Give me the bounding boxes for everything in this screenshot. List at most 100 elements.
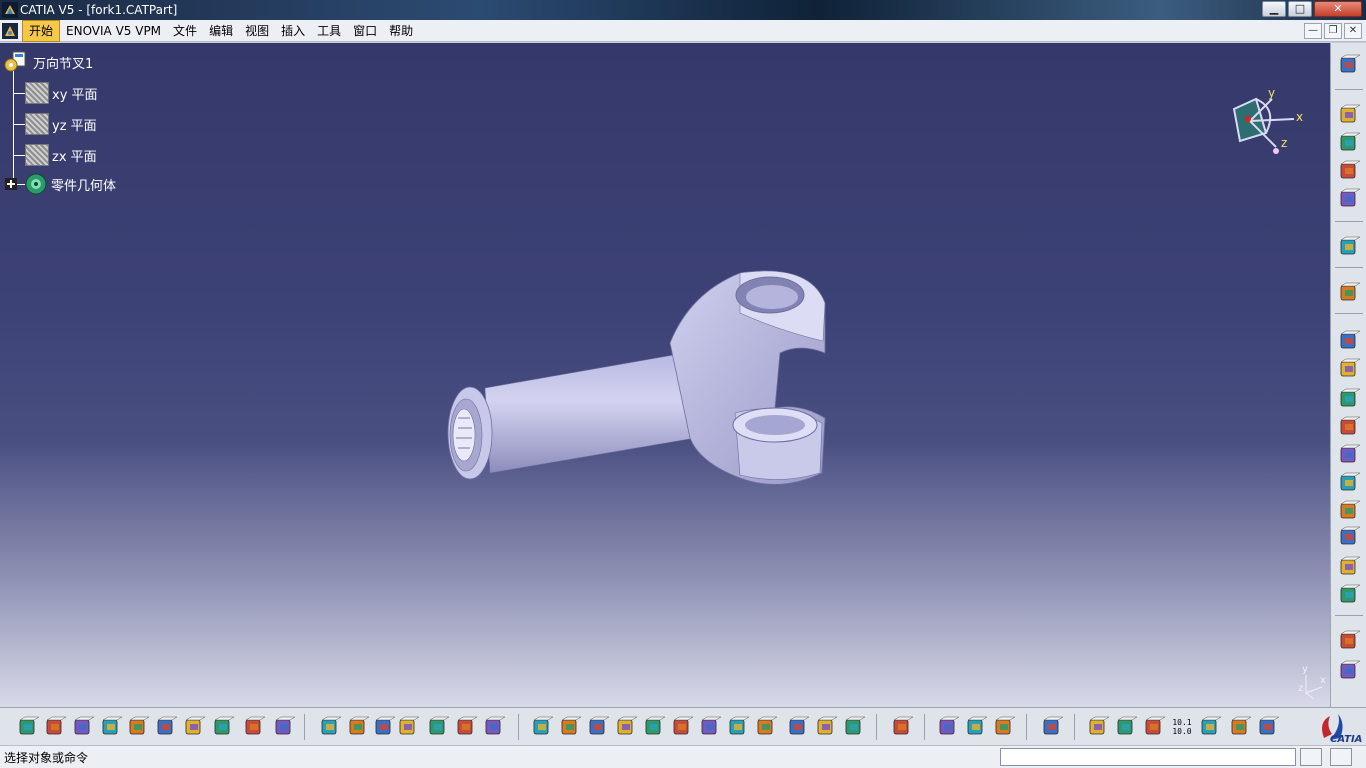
material-icon[interactable] [964,715,988,739]
axis-system-icon[interactable] [1142,715,1166,739]
command-options-button[interactable] [1330,748,1352,766]
layer-stack-icon[interactable] [1337,103,1361,127]
tree-connector [13,155,25,156]
formula-icon[interactable] [318,715,342,739]
toolbar-separator [304,714,305,740]
save-icon[interactable] [71,715,95,739]
toolbar-separator [518,714,519,740]
cut-icon[interactable] [126,715,150,739]
document-icon[interactable] [2,23,18,39]
fork-part-model[interactable] [440,223,840,493]
analysis-icon[interactable] [1086,715,1110,739]
list-icon[interactable] [1256,715,1280,739]
maximize-button[interactable]: □ [1288,1,1312,17]
stiffener-icon[interactable] [1337,525,1361,549]
layer-stack-icon[interactable] [1337,187,1361,211]
redo-icon[interactable] [242,715,266,739]
layer-stack-icon[interactable] [1337,131,1361,155]
title-bar: CATIA V5 - [fork1.CATPart] ▁ □ ✕ [0,0,1366,20]
slot-icon[interactable] [1337,499,1361,523]
hide-show-icon[interactable] [814,715,838,739]
measure-icon[interactable] [936,715,960,739]
axis-indicator: y x z [1298,661,1328,701]
command-history-button[interactable] [1300,748,1322,766]
zoom-in-icon[interactable] [642,715,666,739]
new-icon[interactable] [16,715,40,739]
groove-icon[interactable] [1337,415,1361,439]
split-icon[interactable] [1337,629,1361,653]
knowledge-advisor-icon[interactable] [346,715,370,739]
pocket-icon[interactable] [1337,357,1361,381]
thick-surface-icon[interactable] [1337,659,1361,683]
swap-space-icon[interactable] [842,715,866,739]
removed-multi-section-icon[interactable] [1337,583,1361,607]
doc-close-button[interactable]: ✕ [1344,23,1362,39]
menu-item[interactable]: ENOVIA V5 VPM [60,20,167,42]
tree-item-yz-plane[interactable]: yz 平面 [25,113,97,135]
rib-icon[interactable] [1337,471,1361,495]
tree-root-part[interactable]: 万向节叉1 [4,51,93,73]
multi-view-icon[interactable] [726,715,750,739]
update-icon[interactable] [890,715,914,739]
toolbar-separator [1335,615,1363,616]
minimize-button[interactable]: ▁ [1262,1,1286,17]
light-icon[interactable] [372,715,396,739]
menu-item[interactable]: 视图 [239,20,275,42]
pan-icon[interactable] [586,715,610,739]
table-icon[interactable] [396,715,420,739]
open-icon[interactable] [43,715,67,739]
shading-icon[interactable] [786,715,810,739]
tree-item-zx-plane[interactable]: zx 平面 [25,144,97,166]
constraint-icon[interactable] [1228,715,1252,739]
close-button[interactable]: ✕ [1314,1,1362,17]
capture-icon[interactable] [1040,715,1064,739]
tree-item-xy-plane[interactable]: xy 平面 [25,82,98,104]
multi-section-solid-icon[interactable] [1337,555,1361,579]
menu-item[interactable]: 插入 [275,20,311,42]
paste-icon[interactable] [182,715,206,739]
lock-icon[interactable] [454,715,478,739]
doc-minimize-button[interactable]: — [1304,23,1322,39]
sketch-icon[interactable] [1337,281,1361,305]
menu-item[interactable]: 帮助 [383,20,419,42]
tree-item-part-body[interactable]: 零件几何体 [4,173,116,195]
window-title: CATIA V5 - [fork1.CATPart] [20,3,178,17]
command-input[interactable] [1000,748,1296,766]
pad-icon[interactable] [1337,329,1361,353]
parameters-icon[interactable] [482,715,506,739]
expand-plus-icon[interactable] [4,177,18,191]
select-arrow-icon[interactable] [1337,235,1361,259]
apply-material-icon[interactable] [992,715,1016,739]
toolbar-separator [924,714,925,740]
gear-icon[interactable] [1337,53,1361,77]
menu-item[interactable]: 编辑 [203,20,239,42]
menu-item[interactable]: 开始 [22,20,61,42]
fly-mode-icon[interactable] [530,715,554,739]
layer-stack-icon[interactable] [1337,159,1361,183]
whats-this-icon[interactable] [272,715,296,739]
undo-icon[interactable] [211,715,235,739]
3d-viewport[interactable]: 万向节叉1 xy 平面 yz 平面 zx 平面 零件几何体 y x z y x … [0,43,1330,707]
plane-icon [25,82,49,104]
iso-view-icon[interactable] [754,715,778,739]
menu-item[interactable]: 工具 [311,20,347,42]
print-icon[interactable] [99,715,123,739]
menu-item[interactable]: 窗口 [347,20,383,42]
tree-item-label: yz 平面 [52,118,97,134]
compass-widget[interactable]: y x z [1226,89,1316,169]
plane-icon [25,113,49,135]
doc-restore-button[interactable]: ❐ [1324,23,1342,39]
scale-icon[interactable]: 10.1 10.0 [1170,715,1194,739]
shaft-icon[interactable] [1337,387,1361,411]
fit-all-icon[interactable] [558,715,582,739]
tree-expand-icon[interactable] [426,715,450,739]
zoom-out-icon[interactable] [670,715,694,739]
hole-icon[interactable] [1337,443,1361,467]
normal-view-icon[interactable] [698,715,722,739]
rotate-icon[interactable] [614,715,638,739]
section-icon[interactable] [1198,715,1222,739]
hand-icon[interactable] [1114,715,1138,739]
menu-item[interactable]: 文件 [167,20,203,42]
copy-icon[interactable] [154,715,178,739]
catia-app-icon[interactable] [2,2,18,18]
